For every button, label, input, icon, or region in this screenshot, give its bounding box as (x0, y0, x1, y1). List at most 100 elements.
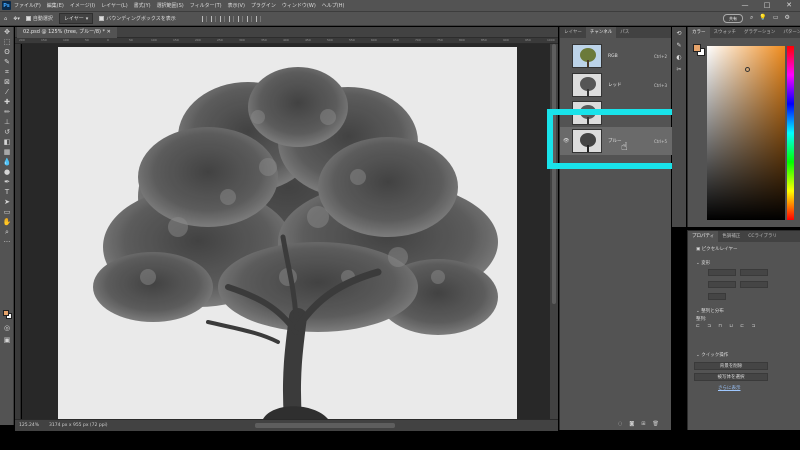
color-field[interactable] (707, 46, 785, 220)
align-icons-row[interactable]: ⊏ ⊐ ⊓ ⊔ ⊏ ⊐ (696, 324, 758, 329)
document-tab[interactable]: 02.psd @ 125% (tree, ブルー/8) * ✕ (17, 27, 117, 38)
horizontal-scrollbar[interactable] (255, 423, 395, 428)
x-field[interactable] (708, 281, 736, 288)
scroll-thumb[interactable] (552, 44, 556, 304)
width-field[interactable] (708, 269, 736, 276)
align-left-icon[interactable] (201, 15, 207, 22)
stamp-tool-icon[interactable]: ⊥ (0, 117, 14, 127)
angle-field[interactable] (708, 293, 726, 300)
frame-tool-icon[interactable]: ⊠ (0, 77, 14, 87)
distribute-icon[interactable] (255, 15, 261, 22)
path-select-tool-icon[interactable]: ➤ (0, 197, 14, 207)
workspace-icon[interactable]: ▭ (773, 14, 779, 22)
tab-paths[interactable]: パス (616, 27, 633, 38)
learn-icon[interactable]: 💡 (759, 14, 766, 22)
auto-select-checkbox[interactable]: 自動選択 (25, 15, 53, 22)
menu-item[interactable]: フィルター(T) (190, 2, 222, 9)
foreground-color-swatch[interactable] (3, 310, 9, 316)
color-picker-ring[interactable] (745, 67, 750, 72)
align-middle-icon[interactable] (237, 15, 243, 22)
menu-item[interactable]: 編集(E) (47, 2, 64, 9)
maximize-button[interactable]: □ (756, 0, 778, 11)
menu-item[interactable]: プラグイン (251, 2, 276, 9)
hand-tool-icon[interactable]: ✋ (0, 217, 14, 227)
show-more-link[interactable]: さらに表示 (718, 385, 741, 391)
quick-mask-icon[interactable]: ◎ (0, 323, 14, 333)
menu-item[interactable]: ファイル(F) (14, 2, 41, 9)
tab-patterns[interactable]: パターン (779, 27, 800, 38)
menu-item[interactable]: 表示(V) (228, 2, 245, 9)
settings-icon[interactable]: ⚙ (785, 14, 790, 22)
marquee-tool-icon[interactable]: ⬚ (0, 37, 14, 47)
move-tool-icon[interactable]: ✥ (0, 27, 14, 37)
share-button[interactable]: 共有 (723, 14, 743, 23)
tab-layers[interactable]: レイヤー (560, 27, 586, 38)
remove-background-button[interactable]: 背景を削除 (694, 362, 768, 370)
history-brush-tool-icon[interactable]: ↺ (0, 127, 14, 137)
hue-slider[interactable] (787, 46, 794, 220)
menu-item[interactable]: レイヤー(L) (101, 2, 128, 9)
tab-properties[interactable]: プロパティ (688, 231, 719, 242)
move-tool-preset-icon[interactable]: ✥▾ (13, 16, 20, 22)
tab-adjustments[interactable]: 色調補正 (718, 231, 744, 242)
align-bottom-icon[interactable] (246, 15, 252, 22)
align-top-icon[interactable] (228, 15, 234, 22)
zoom-tool-icon[interactable]: ⌕ (0, 227, 14, 237)
tab-channels[interactable]: チャンネル (585, 27, 617, 38)
transform-heading[interactable]: ⌄ 変形 (696, 260, 710, 266)
home-icon[interactable]: ⌂ (4, 16, 7, 22)
type-tool-icon[interactable]: T (0, 187, 14, 197)
load-selection-icon[interactable]: ◌ (618, 421, 622, 427)
close-button[interactable]: ✕ (778, 0, 800, 11)
delete-channel-icon[interactable]: 🗑 (652, 421, 658, 427)
menu-item[interactable]: 書式(Y) (134, 2, 151, 9)
y-field[interactable] (740, 281, 768, 288)
adjustments-icon[interactable]: ◐ (672, 51, 686, 63)
crop-tool-icon[interactable]: ⌗ (0, 67, 14, 77)
tab-cc-libraries[interactable]: CCライブラリ (744, 231, 781, 242)
screen-mode-icon[interactable]: ▣ (0, 335, 14, 345)
pen-tool-icon[interactable]: ✒ (0, 177, 14, 187)
brush-settings-icon[interactable]: ✎ (672, 39, 686, 51)
gradient-tool-icon[interactable]: ▦ (0, 147, 14, 157)
tab-color[interactable]: カラー (688, 27, 710, 38)
brush-tool-icon[interactable]: ✏ (0, 107, 14, 117)
zoom-level[interactable]: 125.24% (19, 423, 39, 428)
more-tools-icon[interactable]: ··· (0, 237, 14, 247)
auto-select-target-dropdown[interactable]: レイヤー ▾ (58, 13, 94, 24)
bounding-box-checkbox[interactable]: バウンディングボックスを表示 (99, 15, 176, 22)
select-subject-button[interactable]: 被写体を選択 (694, 373, 768, 381)
lasso-tool-icon[interactable]: ʘ (0, 47, 14, 57)
save-selection-icon[interactable]: ◙ (629, 421, 634, 427)
new-channel-icon[interactable]: ⊞ (641, 421, 645, 427)
search-icon[interactable]: ⌕ (750, 14, 753, 22)
align-right-icon[interactable] (219, 15, 225, 22)
channel-row-rgb[interactable]: RGB Ctrl+2 (560, 42, 672, 70)
history-icon[interactable]: ⟲ (672, 27, 686, 39)
minimize-button[interactable]: — (734, 0, 756, 11)
vertical-scrollbar[interactable] (550, 44, 558, 419)
align-center-icon[interactable] (210, 15, 216, 22)
foreground-color-swatch[interactable] (693, 44, 701, 52)
menu-item[interactable]: ウィンドウ(W) (282, 2, 316, 9)
vertical-ruler[interactable] (15, 44, 21, 419)
menu-item[interactable]: 選択範囲(S) (157, 2, 184, 9)
height-field[interactable] (740, 269, 768, 276)
tab-gradients[interactable]: グラデーション (740, 27, 779, 38)
tools-presets-icon[interactable]: ✂ (672, 63, 686, 75)
quick-actions-heading[interactable]: ⌄ クイック操作 (696, 352, 728, 358)
menu-item[interactable]: ヘルプ(H) (322, 2, 345, 9)
dodge-tool-icon[interactable]: ● (0, 167, 14, 177)
blur-tool-icon[interactable]: 💧 (0, 157, 14, 167)
document-canvas[interactable] (58, 47, 517, 419)
eraser-tool-icon[interactable]: ◧ (0, 137, 14, 147)
canvas-area[interactable] (22, 44, 550, 419)
quick-select-tool-icon[interactable]: ✎ (0, 57, 14, 67)
healing-brush-tool-icon[interactable]: ✚ (0, 97, 14, 107)
align-heading[interactable]: ⌄ 整列と分布 (696, 308, 724, 314)
tab-swatches[interactable]: スウォッチ (710, 27, 741, 38)
eyedropper-tool-icon[interactable]: ⁄ (0, 87, 14, 97)
menu-item[interactable]: イメージ(I) (70, 2, 95, 9)
channel-row-red[interactable]: レッド Ctrl+3 (560, 71, 672, 99)
rectangle-tool-icon[interactable]: ▭ (0, 207, 14, 217)
